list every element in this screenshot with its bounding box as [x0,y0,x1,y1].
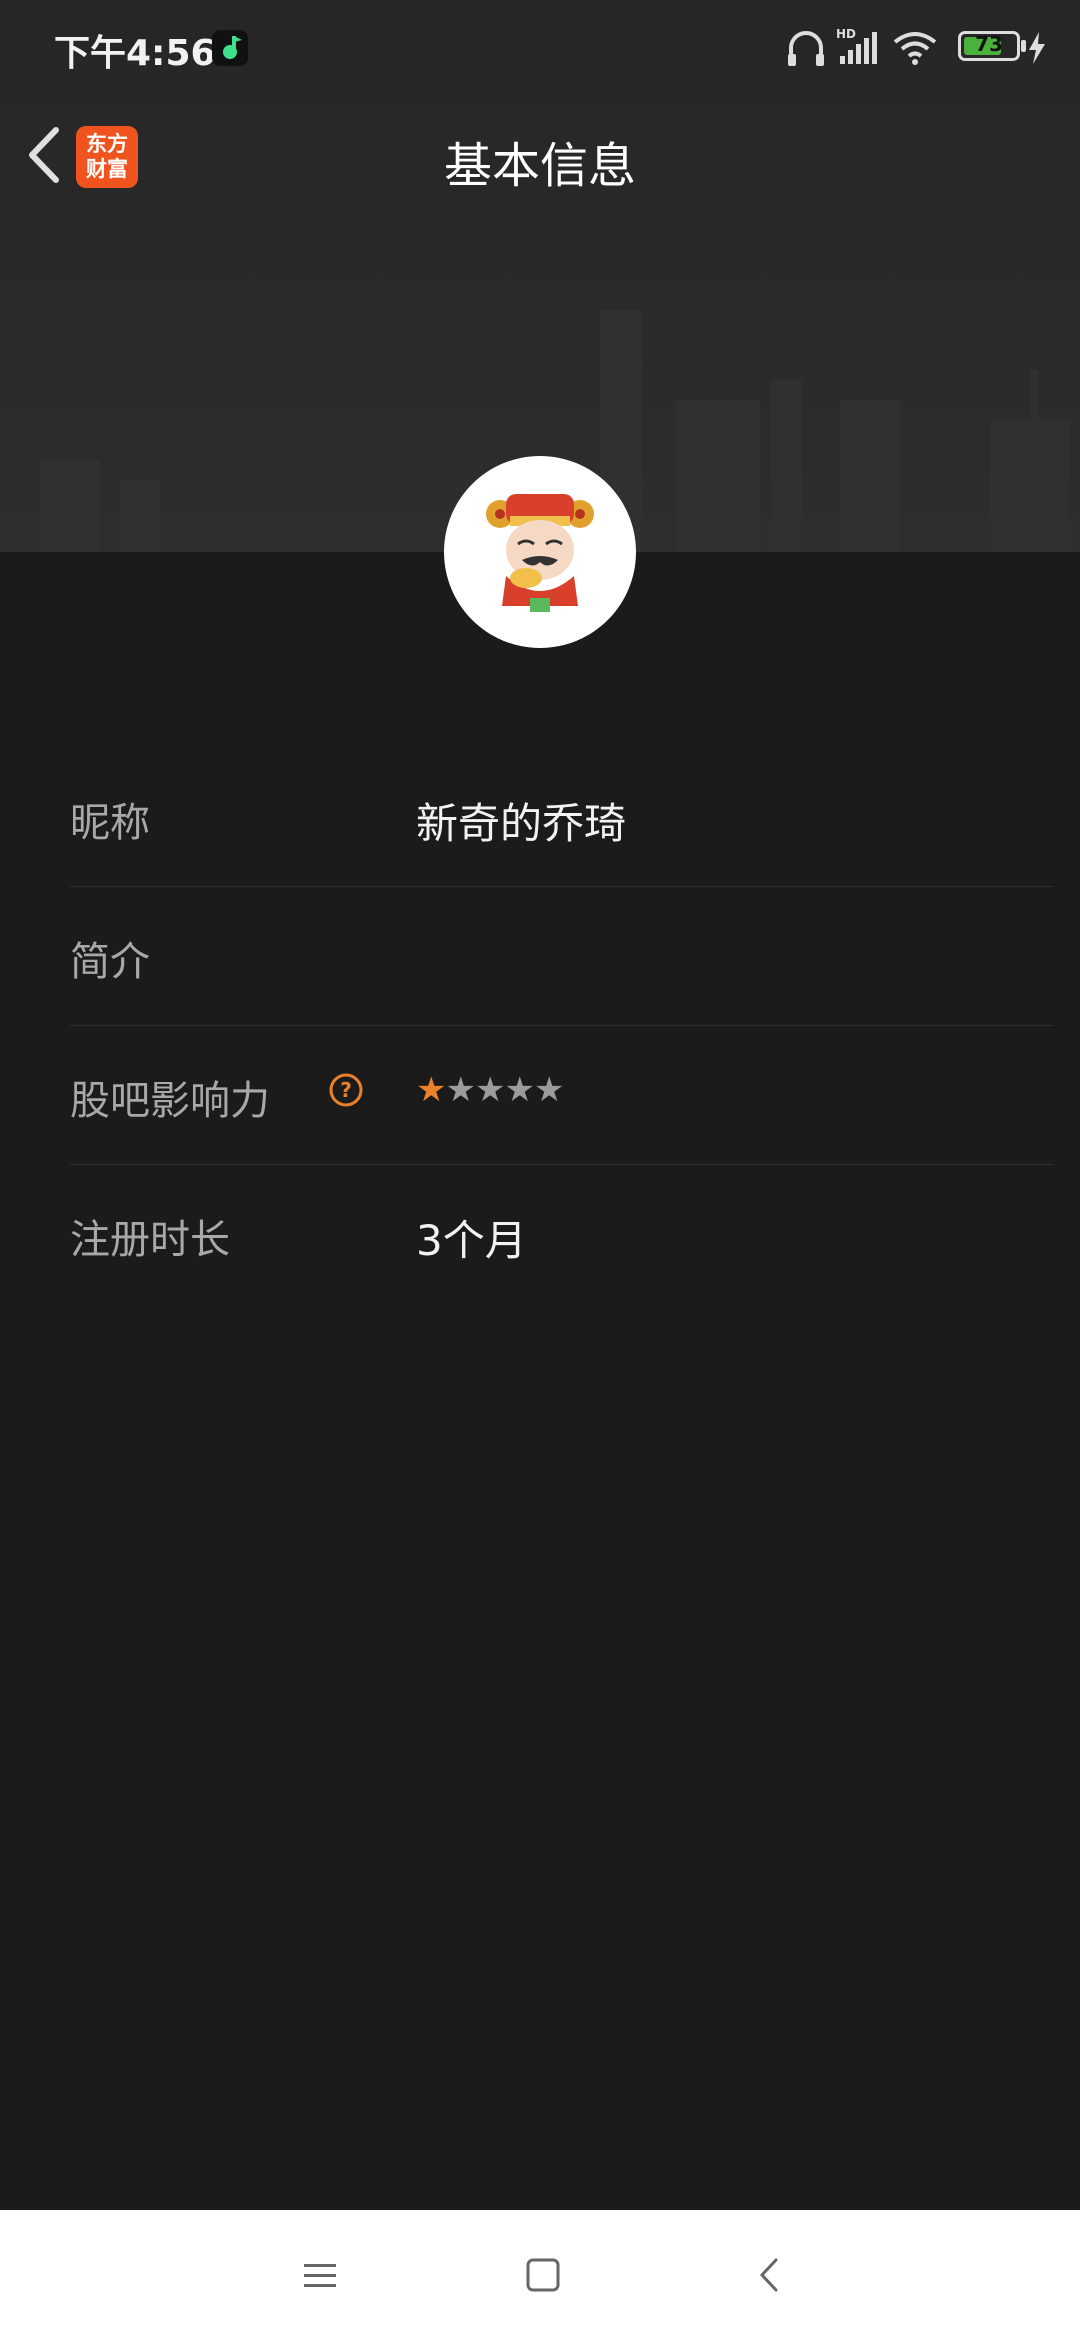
page-title: 基本信息 [443,138,636,194]
menu-icon[interactable] [280,2240,360,2310]
bio-row[interactable]: 简介 [70,887,1054,1026]
status-bar: 下午4:56 HD 73 [0,0,1080,96]
nickname-value: 新奇的乔琦 [416,799,627,848]
svg-text:HD: HD [836,27,856,41]
profile-info-list: 昵称 新奇的乔琦 简介 股吧影响力 ? ★★★★★ 注册时长 3个月 [70,748,1054,1303]
svg-text:?: ? [340,1078,352,1102]
rating-star: ★ [533,1070,565,1110]
influence-rating-stars: ★★★★★ [416,1070,565,1110]
influence-row: 股吧影响力 ? ★★★★★ [70,1026,1054,1165]
rating-star: ★ [504,1070,535,1110]
charging-icon [1029,32,1045,64]
battery-icon: 73 [958,31,1020,61]
avatar[interactable] [444,456,636,648]
registration-duration-row: 注册时长 3个月 [70,1165,1054,1303]
bio-label: 简介 [70,939,150,985]
rating-star: ★ [416,1070,447,1110]
battery-percent: 73 [975,32,1003,56]
wifi-icon [893,32,937,65]
hd-signal-icon: HD [836,27,877,64]
music-app-icon [212,30,248,66]
influence-label: 股吧影响力 [70,1078,270,1124]
rating-star: ★ [474,1070,506,1110]
registration-duration-value: 3个月 [416,1216,527,1265]
home-square-icon[interactable] [503,2240,583,2310]
help-icon[interactable]: ? [328,1072,364,1108]
status-time: 下午4:56 [54,33,216,74]
headphones-icon [788,31,824,66]
nickname-label: 昵称 [70,800,150,846]
nickname-row[interactable]: 昵称 新奇的乔琦 [70,748,1054,887]
back-chevron-icon[interactable] [730,2240,810,2310]
system-navigation-bar [0,2210,1080,2340]
registration-duration-label: 注册时长 [70,1217,230,1263]
fortune-god-avatar-image [486,494,594,612]
rating-star: ★ [445,1070,476,1110]
